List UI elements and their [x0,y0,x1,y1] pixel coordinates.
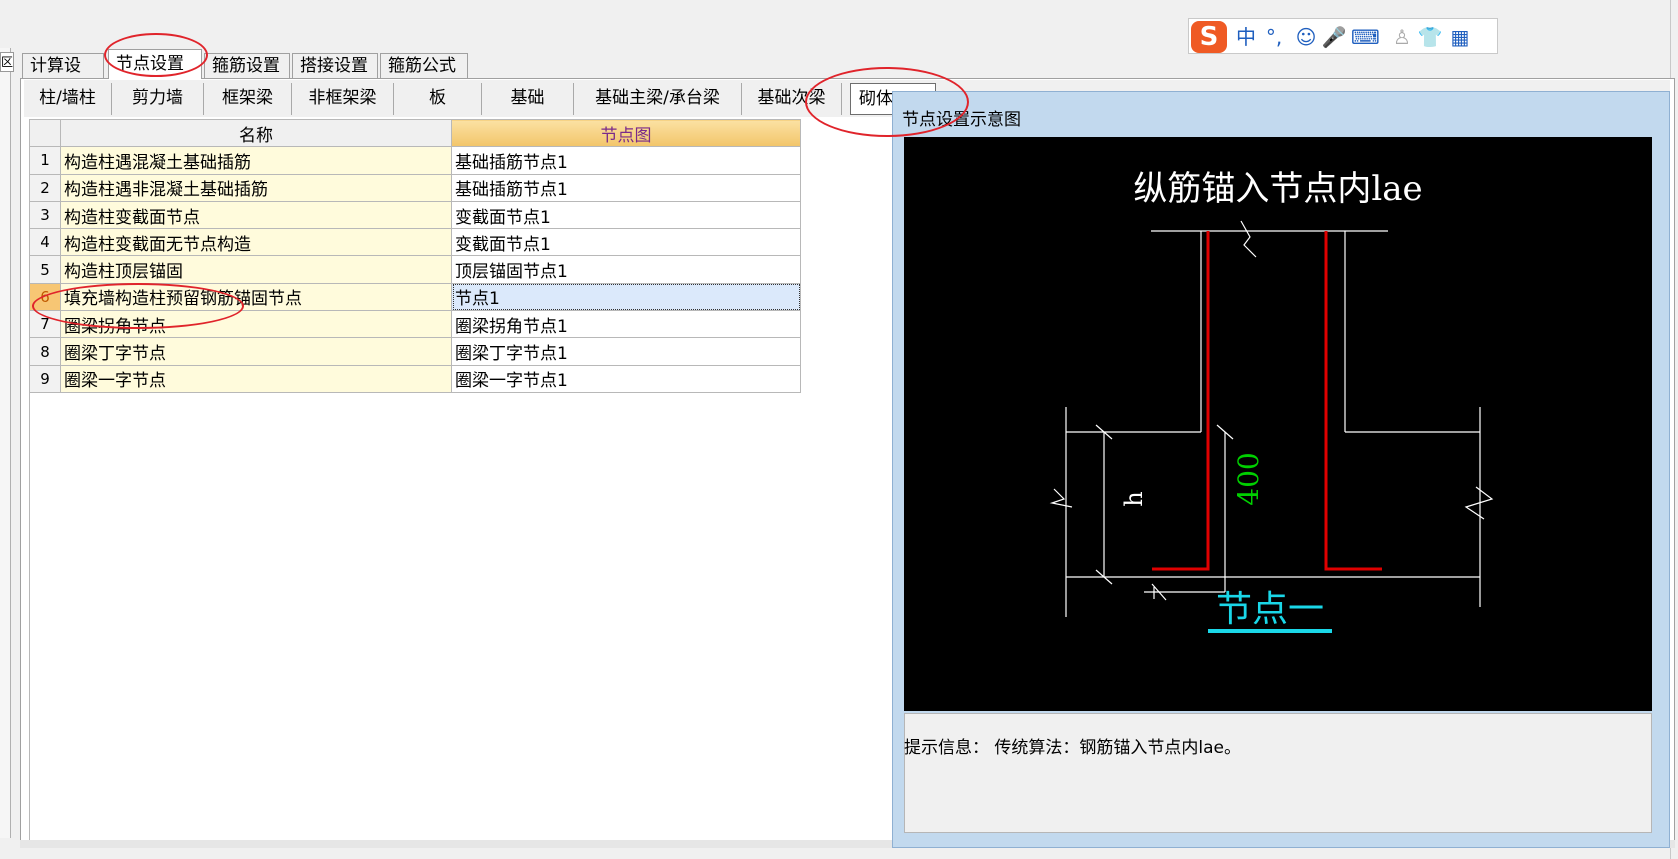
subtab-slab[interactable]: 板 [394,83,482,115]
emoji-icon[interactable]: ☺ [1293,23,1319,51]
dimension-400-label: 400 [1232,452,1265,505]
left-panel-toggle-button[interactable]: 区 [0,52,14,72]
row-name-cell: 圈梁拐角节点 [60,310,452,339]
table-row[interactable]: 8 圈梁丁字节点 圈梁丁字节点1 [29,337,801,366]
row-node-cell[interactable]: 顶层锚固节点1 [451,255,801,284]
node-diagram-svg: 纵筋锚入节点内lae h 400 节点一 [1049,169,1494,633]
row-node-cell[interactable]: 变截面节点1 [451,200,801,230]
table-header-row: 名称 节点图 [29,118,801,148]
row-number-header [29,118,61,148]
column-header-node[interactable]: 节点图 [451,118,801,148]
table-row[interactable]: 7 圈梁拐角节点 圈梁拐角节点1 [29,310,801,339]
row-number: 4 [29,228,61,257]
column-header-name[interactable]: 名称 [60,118,452,148]
row-number: 6 [29,282,61,312]
tab-lap-settings[interactable]: 搭接设置 [292,53,378,78]
sogou-logo-icon[interactable]: S [1191,21,1227,53]
row-node-cell[interactable]: 圈梁一字节点1 [451,364,801,394]
subtab-frame-beam[interactable]: 框架梁 [204,83,292,115]
row-name-cell: 构造柱变截面无节点构造 [60,228,452,257]
ime-toolbar: S 中 °, ☺ 🎤 ⌨ ♙ 👕 ▦ [1188,18,1498,54]
row-node-cell[interactable]: 基础插筋节点1 [451,146,801,175]
dialog-title: 节点设置示意图 [902,110,1021,130]
chinese-mode-icon[interactable]: 中 [1233,23,1259,51]
skin-icon[interactable]: 👕 [1417,23,1443,51]
hint-info-text: 提示信息： 传统算法：钢筋锚入节点内lae。 [904,738,1242,758]
table-row-selected[interactable]: 6 填充墙构造柱预留钢筋锚固节点 节点1 [29,282,801,312]
rebar-lines [1152,231,1382,571]
subtab-non-frame-beam[interactable]: 非框架梁 [292,83,394,115]
diagram-caption: 节点一 [1216,589,1324,630]
row-number: 1 [29,146,61,175]
subtab-column[interactable]: 柱/墙柱 [24,83,112,115]
row-number: 9 [29,364,61,394]
left-panel-strip [0,48,11,838]
microphone-icon[interactable]: 🎤 [1321,23,1347,51]
toolbox-icon[interactable]: ▦ [1447,23,1473,51]
row-name-cell: 构造柱遇非混凝土基础插筋 [60,173,452,202]
row-name-cell: 圈梁一字节点 [60,364,452,394]
row-number: 7 [29,310,61,339]
row-number: 8 [29,337,61,366]
table-row[interactable]: 1 构造柱遇混凝土基础插筋 基础插筋节点1 [29,146,801,175]
user-icon[interactable]: ♙ [1389,23,1415,51]
row-node-cell[interactable]: 圈梁丁字节点1 [451,337,801,366]
node-settings-table: 名称 节点图 1 构造柱遇混凝土基础插筋 基础插筋节点1 2 构造柱遇非混凝土基… [29,118,801,394]
row-name-cell: 填充墙构造柱预留钢筋锚固节点 [60,282,452,312]
node-diagram-canvas: 纵筋锚入节点内lae h 400 节点一 [904,137,1652,711]
diagram-heading: 纵筋锚入节点内lae [1133,169,1422,209]
subtab-foundation-secondary-beam[interactable]: 基础次梁 [742,83,842,115]
row-name-cell: 构造柱顶层锚固 [60,255,452,284]
keyboard-icon[interactable]: ⌨ [1351,23,1380,51]
subtab-foundation[interactable]: 基础 [482,83,574,115]
tab-stirrup-settings[interactable]: 箍筋设置 [204,53,290,78]
row-number: 3 [29,200,61,230]
tab-calc-settings[interactable]: 计算设置 [22,53,104,101]
table-row[interactable]: 2 构造柱遇非混凝土基础插筋 基础插筋节点1 [29,173,801,202]
row-number: 2 [29,173,61,202]
row-name-cell: 构造柱变截面节点 [60,200,452,230]
row-node-cell[interactable]: 变截面节点1 [451,228,801,257]
punctuation-icon[interactable]: °, [1261,23,1287,51]
table-empty-area [29,392,800,846]
row-number: 5 [29,255,61,284]
concrete-outline [1049,220,1494,617]
row-node-cell-selected[interactable]: 节点1 [451,282,801,312]
table-row[interactable]: 4 构造柱变截面无节点构造 变截面节点1 [29,228,801,257]
table-row[interactable]: 3 构造柱变截面节点 变截面节点1 [29,200,801,230]
table-row[interactable]: 9 圈梁一字节点 圈梁一字节点1 [29,364,801,394]
subtab-shear-wall[interactable]: 剪力墙 [112,83,204,115]
table-row[interactable]: 5 构造柱顶层锚固 顶层锚固节点1 [29,255,801,284]
dimension-h-label: h [1120,491,1148,506]
subtab-foundation-main-beam[interactable]: 基础主梁/承台梁 [574,83,742,115]
row-name-cell: 构造柱遇混凝土基础插筋 [60,146,452,175]
tab-node-settings[interactable]: 节点设置 [108,49,202,79]
row-node-cell[interactable]: 圈梁拐角节点1 [451,310,801,339]
tab-stirrup-formula[interactable]: 箍筋公式 [380,53,468,78]
row-name-cell: 圈梁丁字节点 [60,337,452,366]
row-node-cell[interactable]: 基础插筋节点1 [451,173,801,202]
hint-info-panel [904,713,1652,833]
